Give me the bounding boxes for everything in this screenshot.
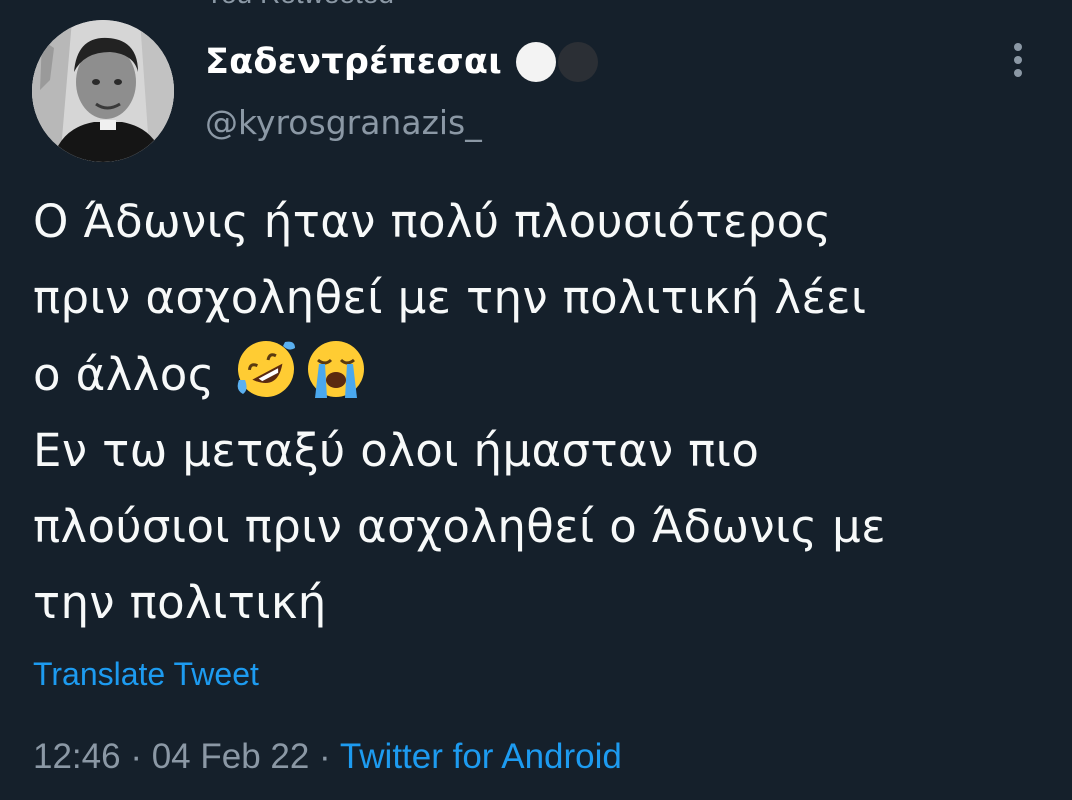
loudly-crying-face-icon (308, 341, 365, 398)
user-handle[interactable]: @kyrosgranazis_ (205, 103, 482, 142)
author-name-row[interactable]: Σαδεντρέπεσαι (205, 38, 598, 86)
tweet-meta: 12:46 · 04 Feb 22 · Twitter for Android (33, 737, 622, 777)
meta-separator: · (120, 737, 152, 776)
tweet-screen: You Retweeted Σαδεντρέπεσαι @kyrosgranaz… (0, 0, 1072, 800)
meta-separator: · (309, 737, 340, 776)
more-options-button[interactable] (998, 40, 1038, 80)
more-vertical-icon (1014, 43, 1022, 77)
tweet-source-link[interactable]: Twitter for Android (340, 737, 622, 776)
tweet-text-part2: Εν τω μεταξύ ολοι ήμασταν πιο πλούσιοι π… (33, 424, 886, 629)
black-circle-icon (557, 42, 598, 82)
tweet-text-part1: Ο Άδωνις ήταν πολύ πλουσιότερος πριν ασχ… (33, 195, 867, 401)
avatar-photo (32, 20, 174, 162)
tweet-date[interactable]: 04 Feb 22 (152, 737, 310, 776)
retweet-header: You Retweeted (205, 0, 394, 10)
white-circle-icon (515, 42, 556, 82)
tweet-text: Ο Άδωνις ήταν πολύ πλουσιότερος πριν ασχ… (33, 184, 1043, 641)
name-emojis (515, 42, 598, 82)
display-name[interactable]: Σαδεντρέπεσαι (205, 42, 502, 82)
rolling-on-floor-laughing-icon (237, 341, 296, 397)
translate-tweet-link[interactable]: Translate Tweet (33, 656, 259, 693)
avatar[interactable] (32, 20, 174, 162)
tweet-time[interactable]: 12:46 (33, 737, 121, 776)
